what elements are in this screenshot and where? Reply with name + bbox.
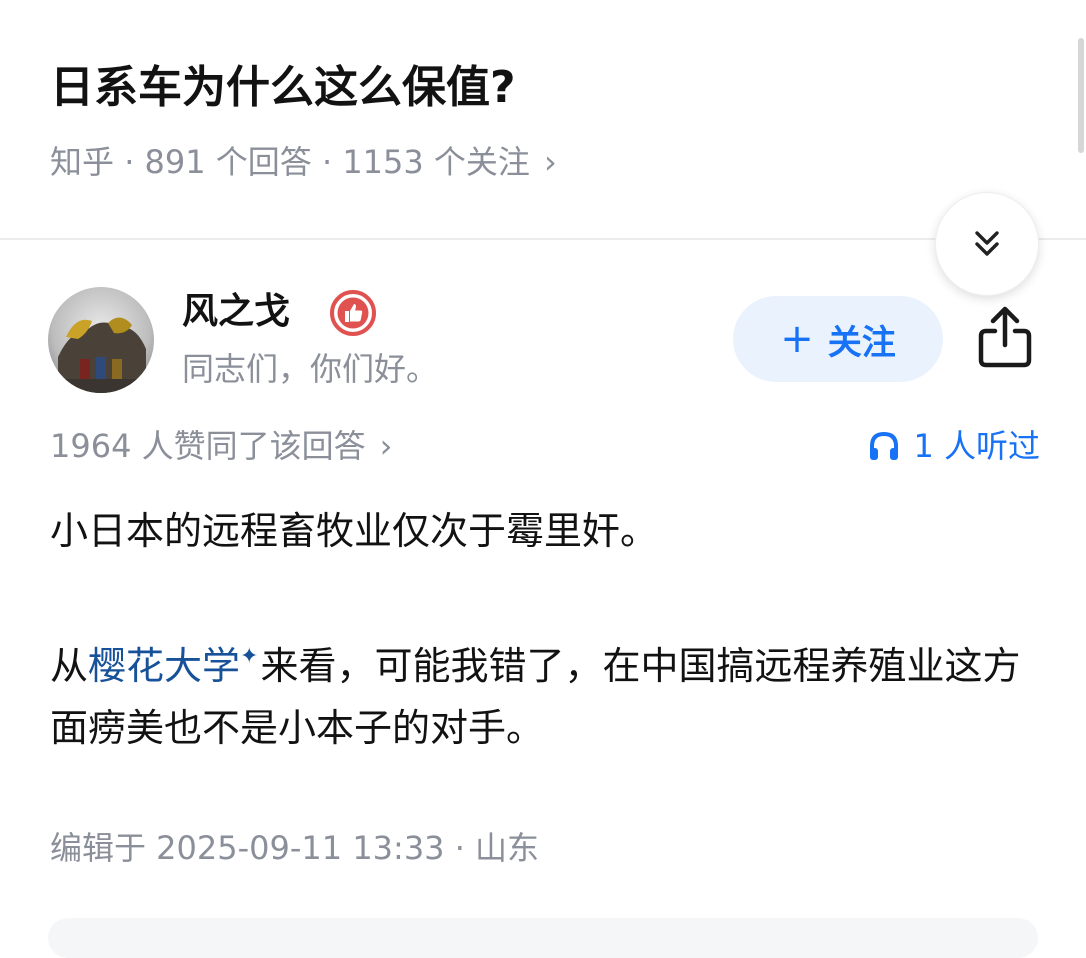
sparkle-icon: ✦ (240, 644, 259, 669)
followers-count: 1153 个关注 (342, 143, 530, 181)
listened-text: 1 人听过 (913, 427, 1040, 465)
answer-paragraph: 小日本的远程畜牧业仅次于霉里奸。 (50, 509, 659, 553)
thumbs-up-badge-icon[interactable] (330, 290, 376, 336)
author-name[interactable]: 风之戈 (182, 285, 290, 339)
question-meta[interactable]: 知乎 · 891 个回答 · 1153 个关注 › (50, 138, 557, 186)
platform-name: 知乎 (50, 143, 115, 181)
chevron-right-icon: › (379, 427, 393, 465)
author-avatar[interactable] (48, 287, 154, 393)
bottom-card[interactable] (48, 918, 1038, 958)
scrollbar-thumb[interactable] (1078, 38, 1084, 153)
edit-timestamp: 编辑于 2025-09-11 13:33 · 山东 (50, 829, 540, 867)
share-icon[interactable] (976, 305, 1034, 369)
answers-count: 891 个回答 (144, 143, 312, 181)
divider (0, 238, 1086, 240)
author-bio: 同志们，你们好。 (182, 350, 439, 388)
answer-paragraph: 从樱花大学✦来看，可能我错了，在中国搞远程养殖业这方面痨美也不是小本子的对手。 (50, 626, 1040, 759)
vote-count-text: 1964 人赞同了该回答 (50, 427, 366, 465)
collapse-button[interactable] (935, 192, 1039, 296)
search-link[interactable]: 樱花大学 (88, 644, 240, 688)
scrollbar[interactable] (1074, 0, 1086, 160)
follow-button[interactable]: + 关注 (733, 296, 943, 382)
follow-label: 关注 (827, 322, 896, 363)
listened-count[interactable]: 1 人听过 (867, 422, 1040, 470)
meta-separator: · (114, 143, 145, 181)
question-title[interactable]: 日系车为什么这么保值? (50, 52, 516, 124)
plus-icon: + (780, 316, 814, 362)
double-chevron-down-icon (975, 231, 999, 256)
vote-count[interactable]: 1964 人赞同了该回答 › (50, 422, 392, 470)
meta-separator: · (311, 143, 343, 181)
headphones-icon (870, 431, 899, 460)
chevron-right-icon: › (543, 143, 557, 181)
answer-text: 从 (50, 644, 89, 688)
